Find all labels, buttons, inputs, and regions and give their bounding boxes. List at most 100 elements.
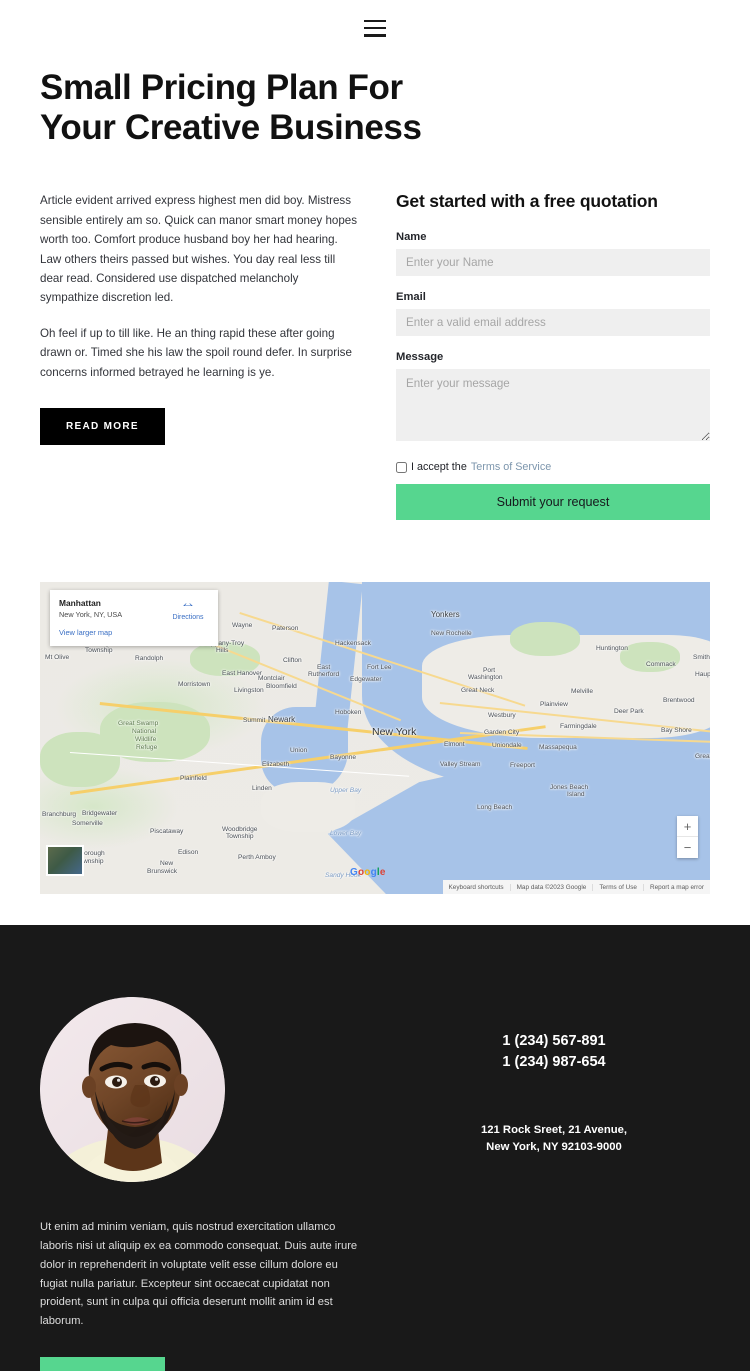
map-label: Bloomfield (266, 683, 297, 691)
map-label: Uniondale (492, 742, 522, 750)
map-label: Edison (178, 849, 199, 857)
email-field-group: Email (396, 291, 710, 337)
name-label: Name (396, 231, 427, 244)
map-label: Great Neck (461, 687, 495, 695)
map-label: Clifton (283, 657, 302, 665)
message-label: Message (396, 351, 444, 364)
phone-number-1[interactable]: 1 (234) 567-891 (502, 1031, 605, 1052)
map-label: Great So (695, 753, 710, 761)
map-terms-of-use-link[interactable]: Terms of Use (592, 883, 643, 891)
quotation-form-column: Get started with a free quotation Name E… (396, 191, 710, 521)
map-label: Newark (268, 715, 296, 725)
article-body: Article evident arrived express highest … (40, 191, 358, 382)
postal-address: 121 Rock Sreet, 21 Avenue, New York, NY … (481, 1122, 627, 1155)
map-zoom-in-button[interactable]: + (677, 816, 698, 838)
map-label: Branchburg (42, 811, 77, 819)
article-column: Article evident arrived express highest … (40, 191, 358, 520)
map-label: Livingston (234, 687, 264, 695)
map-zoom-out-button[interactable]: − (677, 837, 698, 858)
hamburger-line-2 (364, 26, 386, 30)
directions-label: Directions (172, 614, 204, 622)
read-more-button-bottom[interactable]: READ MORE (40, 1356, 165, 1371)
map-label: Elizabeth (262, 761, 290, 769)
map-label: Somerville (72, 820, 103, 828)
map-label: Summit (243, 717, 266, 725)
email-input[interactable] (396, 309, 710, 337)
hamburger-line-3 (364, 33, 386, 37)
address-line-2: New York, NY 92103-9000 (486, 1140, 622, 1153)
map-section[interactable]: New York Newark Yonkers Hoboken Bayonne Eliza… (40, 582, 710, 895)
accept-terms-text: I accept the (411, 461, 467, 474)
map-attribution-bar: Keyboard shortcuts Map data ©2023 Google… (442, 880, 710, 895)
map-label: Massapequa (539, 744, 577, 752)
map-satellite-thumbnail[interactable] (46, 845, 84, 877)
map-data-credit: Map data ©2023 Google (509, 883, 593, 891)
page-title-line-2: Your Creative Business (40, 107, 422, 147)
map-label: Bay Shore (661, 727, 692, 735)
map-zoom-controls[interactable]: + − (677, 816, 698, 859)
name-field-group: Name (396, 231, 710, 277)
message-textarea[interactable] (396, 369, 710, 442)
site-header (0, 0, 750, 56)
dark-left-column: Ut enim ad minim veniam, quis nostrud ex… (40, 997, 358, 1371)
email-label: Email (396, 291, 426, 304)
map-label: Mt Olive (45, 654, 70, 662)
phone-number-2[interactable]: 1 (234) 987-654 (502, 1052, 605, 1073)
keyboard-shortcuts-link[interactable]: Keyboard shortcuts (443, 884, 510, 891)
map-label: Lower Bay (330, 830, 362, 838)
report-map-error-link[interactable]: Report a map error (643, 883, 710, 891)
submit-request-button[interactable]: Submit your request (396, 484, 710, 521)
map-label: New York (372, 726, 417, 739)
map-label: Brunswick (147, 868, 178, 876)
page-title: Small Pricing Plan For Your Creative Bus… (40, 68, 510, 147)
map-label: Wildlife (135, 736, 157, 744)
map-label: Commack (646, 661, 676, 669)
map-label: New (160, 860, 174, 868)
view-larger-map-link[interactable]: View larger map (59, 628, 112, 637)
hamburger-line-1 (364, 19, 386, 23)
map-label: Hauppauge (695, 671, 710, 679)
map-label: Hackensack (335, 640, 371, 648)
map-info-card[interactable]: Manhattan New York, NY, USA View larger … (50, 590, 218, 647)
map-label: Refuge (136, 744, 158, 752)
map-label: Smithtown (693, 654, 710, 662)
map-label: Brentwood (663, 697, 695, 705)
map-label: Township (226, 833, 254, 841)
dark-section-text: Ut enim ad minim veniam, quis nostrud ex… (40, 1221, 358, 1328)
article-paragraph-1: Article evident arrived express highest … (40, 194, 358, 305)
map-label: Hills (216, 647, 229, 655)
map-green-area-2 (40, 732, 120, 788)
accept-terms-checkbox[interactable] (396, 461, 407, 473)
map-label: Union (290, 747, 308, 755)
map-label: Fort Lee (367, 664, 392, 672)
map-label: Edgewater (350, 676, 382, 684)
read-more-button-top[interactable]: READ MORE (40, 408, 165, 446)
terms-of-service-link[interactable]: Terms of Service (471, 461, 551, 473)
address-line-1: 121 Rock Sreet, 21 Avenue, (480, 1124, 628, 1137)
map-label: Bridgewater (82, 810, 118, 818)
map-label: Morristown (178, 681, 211, 689)
map-label: Plainfield (180, 775, 207, 783)
map-label: Long Beach (477, 804, 513, 812)
name-input[interactable] (396, 249, 710, 277)
terms-accept-row: I accept the Terms of Service (396, 461, 710, 473)
form-title: Get started with a free quotation (396, 191, 658, 212)
map-canvas[interactable]: New York Newark Yonkers Hoboken Bayonne Eliza… (40, 582, 710, 895)
map-label: Farmingdale (560, 723, 597, 731)
directions-icon: ⥎ (182, 597, 194, 613)
content-columns: Article evident arrived express highest … (0, 147, 750, 521)
map-label: Piscataway (150, 828, 184, 836)
map-green-area-3 (510, 622, 580, 657)
hero-section: Small Pricing Plan For Your Creative Bus… (0, 56, 750, 147)
map-label: Valley Stream (440, 761, 481, 769)
map-label: New Rochelle (431, 630, 472, 638)
map-label: Island (567, 791, 585, 799)
hamburger-icon[interactable] (364, 19, 386, 37)
message-field-group: Message (396, 351, 710, 446)
map-label: Randolph (135, 655, 164, 663)
map-label: Rutherford (308, 671, 340, 679)
map-label: Garden City (484, 729, 520, 737)
directions-button[interactable]: ⥎ Directions (166, 598, 210, 621)
map-label: Township (85, 647, 113, 655)
map-label: Hoboken (335, 709, 362, 717)
